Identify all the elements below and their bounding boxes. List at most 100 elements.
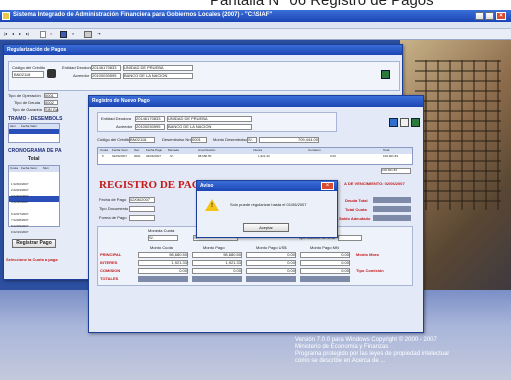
toolbar: |◂ ◂ ▸ ▸| × ⌕ ⇥ — [0, 29, 511, 40]
save-record-icon[interactable] — [389, 118, 398, 127]
first-record-icon[interactable]: |◂ — [4, 32, 7, 36]
pay-row-label: INTERES — [100, 260, 118, 265]
row-sec: 0001 — [134, 154, 141, 158]
col-sec: Sec. — [134, 148, 141, 152]
exit-icon[interactable]: ⇥ — [97, 32, 100, 36]
registrar-pago-button[interactable]: Registrar Pago — [12, 239, 56, 248]
refresh-icon[interactable] — [400, 118, 409, 127]
fecha-pago-field[interactable]: 02/06/2007 — [129, 197, 155, 203]
tramo-row[interactable]: 0001 01/01/2007 444 — [9, 129, 59, 143]
nuevo-acreedor-ruc[interactable]: 20100030595 — [135, 124, 165, 130]
col-cuota: Cuota — [100, 148, 109, 152]
col-moneda: Moneda — [168, 148, 179, 152]
cron-col-cuota: Cuota — [10, 166, 19, 170]
tipo-cambio-field[interactable] — [338, 235, 362, 241]
vencimiento-label: A DE VENCIMIENTO: 02/06/2007 — [344, 181, 405, 186]
row-comision: 0.00 — [330, 154, 336, 158]
acreedor-name-field[interactable]: BANCO DE LA NACION — [123, 73, 193, 79]
exit-record-icon[interactable] — [411, 118, 420, 127]
registro-pago-heading: REGISTRO DE PAG — [99, 179, 201, 191]
print-icon[interactable] — [84, 31, 92, 38]
save-icon[interactable] — [60, 31, 67, 38]
tipo-documento-field[interactable] — [129, 206, 155, 212]
cuota-grid: Cuota Fecha Venc. Sec. Fecha Pago Moneda… — [97, 147, 413, 165]
row-total: 100,601.83 — [383, 154, 399, 158]
cuota-grid-row[interactable]: 5 02/06/2007 0001 02/06/2007 S/. 98,680.… — [98, 154, 412, 160]
binoculars-icon[interactable] — [47, 69, 56, 78]
pay-col-monto-pago: Monto Pago — [203, 245, 225, 250]
nuevo-header-panel: Entidad Deudora 20146170833 UNIDAD DE PR… — [97, 112, 337, 132]
tramo-heading: TRAMO - DESEMBOLS — [8, 116, 63, 122]
pay-cell[interactable]: 0.00 — [246, 260, 296, 266]
cron-row[interactable]: 9 02/10/2007 — [9, 220, 59, 234]
nuevo-entidad-name[interactable]: UNIDAD DE PRUEBA — [167, 116, 252, 122]
cronograma-grid: Cuota Fecha Venc. Mon 1 02/02/2007 2 02/… — [8, 165, 60, 234]
col-total: Total — [383, 148, 390, 152]
entidad-name-field[interactable]: UNIDAD DE PRUEBA — [123, 65, 193, 71]
col-amortizacion: Amortización — [198, 148, 216, 152]
row-fecha-pago: 02/06/2007 — [146, 154, 162, 158]
tramo-grid: Item Fecha Valor 0001 01/01/2007 444 — [8, 123, 60, 143]
tipo-operacion-field[interactable]: 0001 — [44, 93, 58, 98]
pay-cell[interactable]: 0.00 — [300, 268, 350, 274]
nuevo-entidad-label: Entidad Deudora — [101, 116, 132, 121]
forma-pago-field[interactable] — [129, 215, 155, 221]
entidad-ruc-field[interactable]: 20146170833 — [91, 65, 121, 71]
moneda-cuota-field[interactable]: S/. — [148, 235, 178, 241]
nuevo-acreedor-name[interactable]: BANCO DE LA NACION — [167, 124, 252, 130]
pay-cell: 0.00 — [138, 268, 188, 274]
prev-record-icon[interactable]: ◂ — [12, 32, 14, 36]
book-icon[interactable] — [381, 70, 390, 79]
tramo-row-text: 0001 01/01/2007 444 — [10, 139, 39, 143]
col-interes: Interés — [253, 148, 263, 152]
last-record-icon[interactable]: ▸| — [26, 32, 29, 36]
maximize-button[interactable]: □ — [485, 12, 494, 20]
pay-cell[interactable]: 0.00 — [246, 268, 296, 274]
forma-pago-label: Forma de Pago — [99, 215, 127, 220]
pay-col-monto-mn: Monto Pago MN — [310, 245, 339, 250]
nuevo-acreedor-label: Acreedor — [116, 124, 133, 129]
footer-hint: Seleccione la Cuota a paga — [6, 257, 58, 262]
cronograma-heading: CRONOGRAMA DE PA — [8, 148, 62, 154]
search-icon[interactable]: ⌕ — [72, 32, 74, 36]
cron-col-fecha: Fecha Venc. — [21, 166, 38, 170]
nuevo-entidad-ruc[interactable]: 20146170833 — [135, 116, 165, 122]
aceptar-button[interactable]: Aceptar — [243, 223, 289, 232]
warning-icon-mark: ! — [211, 203, 213, 209]
tipo-garantia-field[interactable]: SIN GA — [44, 107, 59, 112]
aviso-close-button[interactable]: × — [321, 182, 334, 190]
next-record-icon[interactable]: ▸ — [19, 32, 21, 36]
pay-cell[interactable]: 98,680.50 — [192, 252, 242, 258]
delete-icon[interactable]: × — [50, 32, 52, 36]
monto-currency-field[interactable]: S/. — [247, 137, 257, 143]
pay-cell: 1,921.33 — [138, 260, 188, 266]
pay-cell[interactable]: 0.00 — [192, 268, 242, 274]
tipo-deuda-field[interactable]: 0002 — [44, 100, 58, 105]
pay-cell[interactable]: 1,921.33 — [192, 260, 242, 266]
ministry-text: Ministerio de Economía y Finanzas — [295, 344, 389, 350]
fecha-pago-label: Fecha de Pago — [99, 197, 127, 202]
desembolso-field[interactable]: 0001 — [191, 137, 207, 143]
app-icon — [2, 12, 10, 20]
pay-cell[interactable]: 0.00 — [246, 252, 296, 258]
entidad-deudora-label: Entidad Deudora — [62, 65, 93, 70]
nuevo-codigo-field[interactable]: BN02118 — [129, 137, 155, 143]
codigo-field[interactable]: BN02118 — [12, 71, 44, 78]
nuevo-pago-titlebar: Registro de Nuevo Pago — [89, 96, 423, 107]
minimize-button[interactable]: _ — [475, 12, 484, 20]
saldo-adeudado-field — [373, 215, 411, 221]
pay-row-label: TOTALES — [100, 276, 119, 281]
cron-row-text: 9 02/10/2007 — [11, 230, 29, 234]
close-button[interactable]: × — [496, 12, 506, 20]
desembolso-label: Desembolso Nro — [162, 137, 192, 142]
tipo-deuda-label: Tipo de Deuda — [14, 100, 41, 105]
pay-cell[interactable]: 0.00 — [300, 260, 350, 266]
moneda-cuota-label: Moneda Cuota — [148, 228, 175, 233]
version-text: Versión 7.0.0 para Windows Copyright © 2… — [295, 337, 437, 343]
new-icon[interactable] — [40, 31, 46, 38]
monto-desembolso-field[interactable]: 709,444.00 — [259, 137, 319, 143]
menu-bar — [0, 22, 511, 29]
pay-cell[interactable]: 0.00 — [300, 252, 350, 258]
acreedor-ruc-field[interactable]: 20100030595 — [91, 73, 121, 79]
tipo-garantia-label: Tipo de Garantía — [12, 107, 42, 112]
